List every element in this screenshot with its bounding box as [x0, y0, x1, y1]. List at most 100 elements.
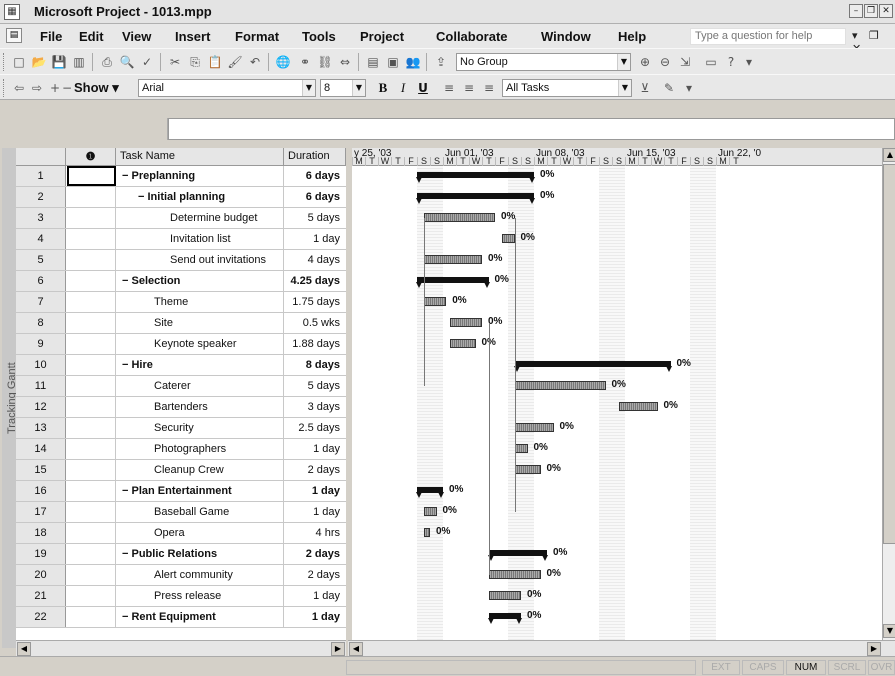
- task-name-cell[interactable]: Keynote speaker: [116, 334, 284, 354]
- duration-cell[interactable]: 4.25 days: [284, 271, 346, 291]
- align-left-icon[interactable]: ≡: [440, 79, 458, 97]
- row-id[interactable]: 1: [16, 166, 66, 186]
- task-name-cell[interactable]: − Selection: [116, 271, 284, 291]
- open-icon[interactable]: 📂: [30, 53, 48, 71]
- duration-cell[interactable]: 2 days: [284, 565, 346, 585]
- table-row[interactable]: 22 − Rent Equipment 1 day: [16, 607, 346, 628]
- task-notes-icon[interactable]: ▣: [384, 53, 402, 71]
- summary-bar[interactable]: [513, 361, 672, 372]
- task-name-cell[interactable]: Bartenders: [116, 397, 284, 417]
- entry-field[interactable]: [168, 118, 895, 140]
- duration-cell[interactable]: 4 hrs: [284, 523, 346, 543]
- menu-help[interactable]: Help: [618, 29, 646, 44]
- indicator-cell[interactable]: [66, 187, 116, 207]
- menu-view[interactable]: View: [122, 29, 151, 44]
- indicator-cell[interactable]: [66, 334, 116, 354]
- table-row[interactable]: 2 − Initial planning 6 days: [16, 187, 346, 208]
- row-id[interactable]: 9: [16, 334, 66, 354]
- duration-cell[interactable]: 1.88 days: [284, 334, 346, 354]
- scroll-down-icon[interactable]: ▼: [883, 624, 895, 638]
- paste-icon[interactable]: 📋: [206, 53, 224, 71]
- row-id[interactable]: 20: [16, 565, 66, 585]
- indicator-cell[interactable]: [66, 544, 116, 564]
- underline-button[interactable]: U: [414, 79, 432, 97]
- menu-file[interactable]: File: [40, 29, 62, 44]
- row-id[interactable]: 14: [16, 439, 66, 459]
- task-name-cell[interactable]: Baseball Game: [116, 502, 284, 522]
- menu-format[interactable]: Format: [235, 29, 279, 44]
- split-task-icon[interactable]: ⇔: [336, 53, 354, 71]
- indicator-cell[interactable]: [66, 292, 116, 312]
- table-row[interactable]: 9 Keynote speaker 1.88 days: [16, 334, 346, 355]
- task-name-cell[interactable]: Press release: [116, 586, 284, 606]
- zoom-out-icon[interactable]: ⊖: [656, 53, 674, 71]
- font-size-select[interactable]: 8 ▼: [320, 79, 366, 97]
- view-bar[interactable]: Tracking Gantt: [2, 148, 18, 648]
- save-to-server-icon[interactable]: ▥: [70, 53, 88, 71]
- col-header-task-name[interactable]: Task Name: [116, 148, 284, 166]
- task-bar[interactable]: [514, 444, 528, 453]
- task-name-cell[interactable]: − Hire: [116, 355, 284, 375]
- task-bar[interactable]: [488, 570, 541, 579]
- task-bar[interactable]: [514, 381, 606, 390]
- chevron-down-icon[interactable]: ▼: [618, 80, 631, 96]
- restore-icon[interactable]: ❐: [864, 4, 878, 18]
- gantt-chart-wizard-icon[interactable]: ✎: [660, 79, 678, 97]
- indicator-cell[interactable]: [66, 523, 116, 543]
- help-icon[interactable]: ?: [722, 53, 740, 71]
- table-row[interactable]: 20 Alert community 2 days: [16, 565, 346, 586]
- font-select[interactable]: Arial ▼: [138, 79, 316, 97]
- indicator-cell[interactable]: [66, 481, 116, 501]
- toolbar-grip[interactable]: [3, 79, 6, 97]
- table-row[interactable]: 17 Baseball Game 1 day: [16, 502, 346, 523]
- toolbar-options-icon[interactable]: ▾: [680, 79, 698, 97]
- indicator-cell[interactable]: [66, 439, 116, 459]
- row-id[interactable]: 22: [16, 607, 66, 627]
- summary-bar[interactable]: [487, 550, 548, 561]
- unlink-tasks-icon[interactable]: ⛓: [316, 53, 334, 71]
- duration-cell[interactable]: 8 days: [284, 355, 346, 375]
- indicator-cell[interactable]: [66, 250, 116, 270]
- minimize-icon[interactable]: –: [849, 4, 863, 18]
- row-id[interactable]: 17: [16, 502, 66, 522]
- menu-window[interactable]: Window: [541, 29, 591, 44]
- col-header-indicators[interactable]: ❶: [66, 148, 116, 166]
- summary-bar[interactable]: [416, 277, 489, 288]
- task-name-cell[interactable]: Theme: [116, 292, 284, 312]
- task-bar[interactable]: [423, 507, 437, 516]
- indicator-cell[interactable]: [66, 586, 116, 606]
- task-name-cell[interactable]: Opera: [116, 523, 284, 543]
- summary-bar[interactable]: [416, 193, 535, 204]
- table-row[interactable]: 3 Determine budget 5 days: [16, 208, 346, 229]
- task-bar[interactable]: [449, 339, 476, 348]
- table-row[interactable]: 10 − Hire 8 days: [16, 355, 346, 376]
- document-control-icon[interactable]: ▤: [6, 28, 22, 43]
- duration-cell[interactable]: 1 day: [284, 502, 346, 522]
- italic-button[interactable]: I: [394, 79, 412, 97]
- duration-cell[interactable]: 0.5 wks: [284, 313, 346, 333]
- outdent-icon[interactable]: ⇦: [10, 79, 28, 97]
- row-id[interactable]: 11: [16, 376, 66, 396]
- task-name-cell[interactable]: − Preplanning: [116, 166, 284, 186]
- row-id[interactable]: 5: [16, 250, 66, 270]
- bold-button[interactable]: B: [374, 79, 392, 97]
- scroll-right-icon[interactable]: ▶: [867, 642, 881, 656]
- duration-cell[interactable]: 3 days: [284, 397, 346, 417]
- zoom-in-icon[interactable]: ⊕: [636, 53, 654, 71]
- duration-cell[interactable]: 6 days: [284, 187, 346, 207]
- project-app-icon[interactable]: ▦: [4, 4, 20, 20]
- align-right-icon[interactable]: ≡: [480, 79, 498, 97]
- task-bar[interactable]: [501, 234, 515, 243]
- task-name-cell[interactable]: − Initial planning: [116, 187, 284, 207]
- task-information-icon[interactable]: ▤: [364, 53, 382, 71]
- indicator-cell[interactable]: [66, 271, 116, 291]
- table-row[interactable]: 8 Site 0.5 wks: [16, 313, 346, 334]
- col-header-duration[interactable]: Duration: [284, 148, 346, 166]
- close-icon[interactable]: ✕: [879, 4, 893, 18]
- indicator-cell[interactable]: [66, 355, 116, 375]
- table-row[interactable]: 7 Theme 1.75 days: [16, 292, 346, 313]
- task-name-cell[interactable]: − Public Relations: [116, 544, 284, 564]
- group-select[interactable]: No Group ▼: [456, 53, 631, 71]
- row-id[interactable]: 15: [16, 460, 66, 480]
- task-name-cell[interactable]: Caterer: [116, 376, 284, 396]
